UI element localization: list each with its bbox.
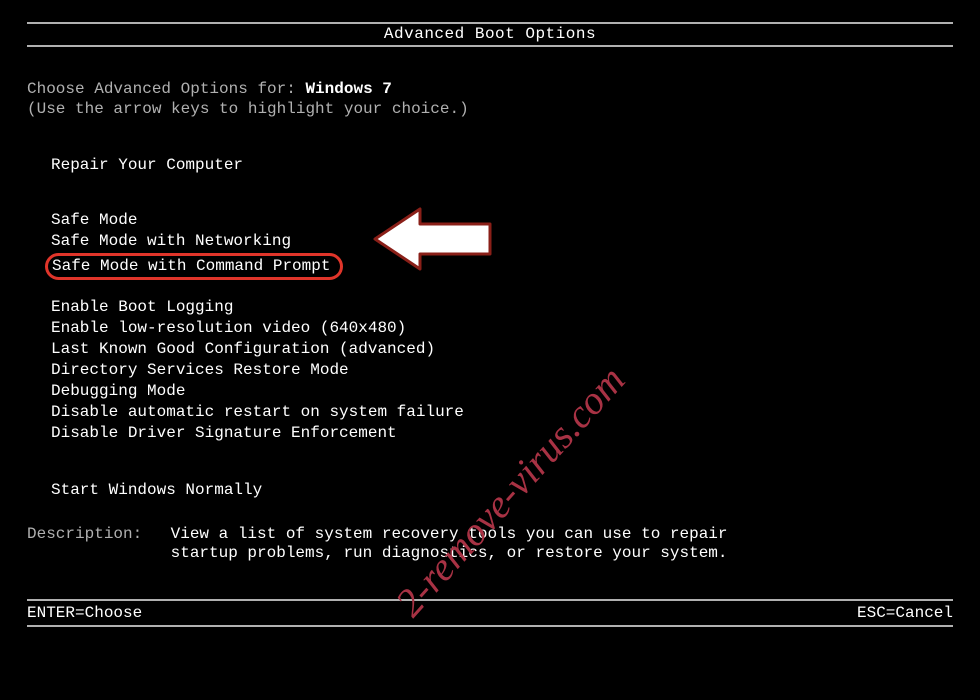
- menu-directory-services[interactable]: Directory Services Restore Mode: [51, 361, 469, 380]
- header-border-top: [27, 22, 953, 24]
- menu-repair-computer[interactable]: Repair Your Computer: [51, 156, 469, 175]
- menu-low-res-video[interactable]: Enable low-resolution video (640x480): [51, 319, 469, 338]
- menu-boot-logging[interactable]: Enable Boot Logging: [51, 298, 469, 317]
- menu-group-1: Repair Your Computer: [51, 156, 469, 175]
- intro-line: Choose Advanced Options for: Windows 7: [27, 80, 469, 98]
- menu-group-3: Enable Boot Logging Enable low-resolutio…: [51, 298, 469, 443]
- footer-border-bottom: [27, 625, 953, 627]
- menu-disable-auto-restart[interactable]: Disable automatic restart on system fail…: [51, 403, 469, 422]
- intro-prefix: Choose Advanced Options for:: [27, 80, 305, 98]
- menu-disable-driver-sig[interactable]: Disable Driver Signature Enforcement: [51, 424, 469, 443]
- highlighted-item: Safe Mode with Command Prompt: [45, 253, 343, 280]
- intro-hint: (Use the arrow keys to highlight your ch…: [27, 100, 469, 118]
- description-text: View a list of system recovery tools you…: [171, 525, 731, 563]
- description-section: Description: View a list of system recov…: [27, 525, 731, 563]
- header-border-bottom: [27, 45, 953, 47]
- menu-group-4: Start Windows Normally: [51, 481, 469, 500]
- main-content: Choose Advanced Options for: Windows 7 (…: [27, 80, 469, 502]
- footer-enter-hint: ENTER=Choose: [27, 604, 142, 622]
- menu-debugging-mode[interactable]: Debugging Mode: [51, 382, 469, 401]
- menu-last-known-good[interactable]: Last Known Good Configuration (advanced): [51, 340, 469, 359]
- footer-esc-hint: ESC=Cancel: [857, 604, 953, 622]
- footer-border-top: [27, 599, 953, 601]
- arrow-annotation-icon: [365, 204, 500, 279]
- menu-start-normally[interactable]: Start Windows Normally: [51, 481, 469, 500]
- page-title: Advanced Boot Options: [0, 25, 980, 43]
- os-name: Windows 7: [305, 80, 391, 98]
- description-label: Description:: [27, 525, 161, 543]
